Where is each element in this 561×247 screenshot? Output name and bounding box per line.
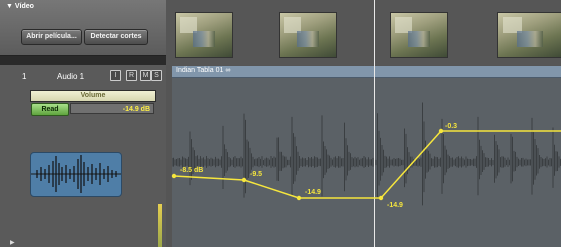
automation-node-label: -9.5 [250,171,262,178]
automation-node-label: -0.3 [445,123,457,130]
automation-curve[interactable] [173,130,561,199]
automation-node-label: -14.9 [305,189,321,196]
automation-node[interactable] [241,177,247,183]
automation-node[interactable] [296,195,302,201]
automation-node-label: -14.9 [387,202,403,209]
automation-node-label: -8.5 dB [180,167,203,174]
automation-lane[interactable]: -8.5 dB -9.5 -14.9 -14.9 -0.3 [0,0,561,247]
automation-node[interactable] [171,173,177,179]
automation-node[interactable] [438,128,444,134]
automation-node[interactable] [378,195,384,201]
